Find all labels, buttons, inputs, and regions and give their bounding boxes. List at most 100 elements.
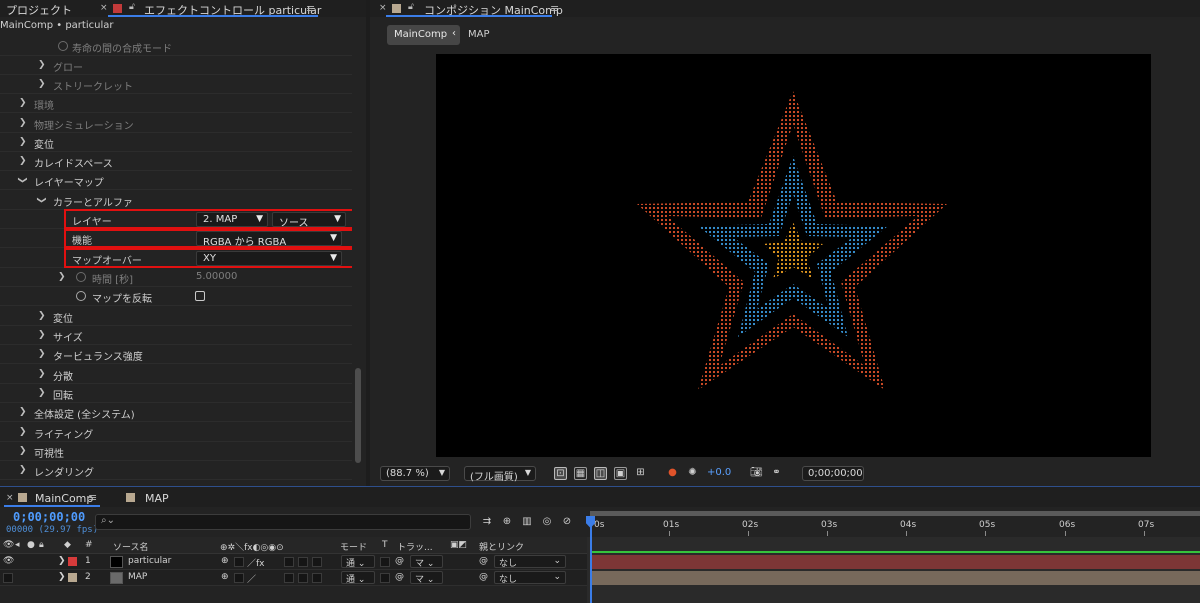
- tab-maincomp[interactable]: MainComp: [35, 492, 93, 505]
- track-matte-select[interactable]: マ ⌄: [410, 571, 443, 585]
- chevron-down-icon[interactable]: ❯: [36, 196, 46, 204]
- property-row[interactable]: ❯ グロー: [0, 56, 352, 75]
- property-row[interactable]: ❯ カラーとアルファ: [0, 191, 352, 210]
- chevron-right-icon[interactable]: ❯: [58, 556, 66, 566]
- pickwhip-icon[interactable]: @: [479, 556, 488, 566]
- property-row-invert-map[interactable]: マップを反転: [0, 287, 352, 306]
- column-source-name[interactable]: ソース名: [113, 540, 149, 553]
- composition-viewer[interactable]: [436, 54, 1151, 457]
- solo-icon[interactable]: ●: [27, 540, 35, 550]
- guides-icon[interactable]: ⊞: [634, 467, 647, 480]
- property-row[interactable]: ❯ サイズ: [0, 326, 352, 345]
- zoom-select[interactable]: (88.7 %) ▼: [380, 466, 450, 481]
- layer-name[interactable]: particular: [128, 556, 171, 566]
- parent-select[interactable]: なし ⌄: [494, 571, 566, 585]
- chevron-right-icon[interactable]: ❯: [19, 465, 27, 475]
- blend-mode-select[interactable]: 通 ⌄: [341, 571, 375, 585]
- camera-snapshot-icon[interactable]: 📷︎: [750, 467, 763, 480]
- layer-search-input[interactable]: ⌕⌄: [95, 514, 471, 530]
- switch-box[interactable]: [312, 557, 322, 567]
- resolution-select[interactable]: (フル画質) ▼: [464, 466, 536, 483]
- switch-box[interactable]: [234, 573, 244, 583]
- chevron-right-icon[interactable]: ❯: [58, 572, 66, 582]
- property-row[interactable]: ❯ ライティング: [0, 423, 352, 442]
- shy-switch-icon[interactable]: ⊕: [221, 556, 229, 566]
- chevron-right-icon[interactable]: ❯: [19, 156, 27, 166]
- time-value[interactable]: 5.00000: [196, 271, 237, 282]
- tab-project[interactable]: プロジェクト: [6, 2, 72, 18]
- chevron-right-icon[interactable]: ❯: [38, 330, 46, 340]
- lock-icon[interactable]: 🔓︎: [408, 2, 414, 12]
- chevron-right-icon[interactable]: ❯: [19, 118, 27, 128]
- property-row[interactable]: ❯ レイヤーマップ: [0, 171, 352, 190]
- chevron-right-icon[interactable]: ❯: [58, 272, 66, 282]
- fast-preview-icon[interactable]: ⊡: [554, 467, 567, 480]
- switch-box[interactable]: [284, 557, 294, 567]
- visibility-toggle[interactable]: [3, 573, 13, 583]
- exposure-value[interactable]: +0.0: [707, 467, 731, 478]
- switch-box[interactable]: [298, 573, 308, 583]
- blend-mode-select[interactable]: 通 ⌄: [341, 555, 375, 569]
- region-of-interest-icon[interactable]: ▣: [614, 467, 627, 480]
- color-management-icon[interactable]: ✺: [686, 467, 699, 480]
- layer-duration-bar-particular[interactable]: [592, 555, 1200, 569]
- column-mode[interactable]: モード: [340, 540, 367, 553]
- layer-row[interactable]: 👁︎ ❯ 1 particular ⊕ ／fx 通 ⌄ @ マ ⌄ @ なし ⌄: [0, 554, 587, 570]
- property-row[interactable]: ❯ 全体設定 (全システム): [0, 403, 352, 422]
- property-row[interactable]: ❯ 変位: [0, 133, 352, 152]
- panel-menu-icon[interactable]: ≡: [550, 2, 559, 15]
- chevron-right-icon[interactable]: ❯: [38, 60, 46, 70]
- layer-label-color-icon[interactable]: [68, 557, 77, 566]
- lock-icon[interactable]: 🔓︎: [129, 2, 135, 12]
- property-row[interactable]: ❯ レンダリング: [0, 461, 352, 480]
- audio-icon[interactable]: ◂: [15, 540, 20, 550]
- quality-switch-icon[interactable]: ／fx: [247, 556, 265, 569]
- close-icon[interactable]: ×: [100, 3, 108, 13]
- show-snapshot-icon[interactable]: ⚭: [770, 467, 783, 480]
- invert-map-checkbox[interactable]: [195, 291, 205, 301]
- property-row-time[interactable]: ❯ 時間 [秒] 5.00000: [0, 268, 352, 287]
- motion-blur-icon[interactable]: ◎: [540, 516, 554, 528]
- property-row[interactable]: ❯ 分散: [0, 365, 352, 384]
- stopwatch-icon[interactable]: [58, 41, 68, 51]
- property-row[interactable]: ❯ ストリークレット: [0, 75, 352, 94]
- current-time-indicator[interactable]: [590, 516, 592, 603]
- graph-editor-icon[interactable]: ⊘: [560, 516, 574, 528]
- stopwatch-icon[interactable]: [76, 272, 86, 282]
- property-row[interactable]: ❯ 回転: [0, 384, 352, 403]
- chevron-right-icon[interactable]: ❯: [38, 349, 46, 359]
- panel-menu-icon[interactable]: ≡: [306, 2, 315, 15]
- lock-icon[interactable]: 🔒︎: [39, 540, 44, 550]
- stopwatch-icon[interactable]: [76, 291, 86, 301]
- track-matte-select[interactable]: マ ⌄: [410, 555, 443, 569]
- chevron-down-icon[interactable]: ❯: [17, 176, 27, 184]
- track-matte-icon[interactable]: @: [395, 572, 404, 582]
- chevron-right-icon[interactable]: ❯: [19, 407, 27, 417]
- close-icon[interactable]: ×: [6, 493, 14, 503]
- scrollbar[interactable]: [355, 368, 361, 463]
- track-area[interactable]: [587, 537, 1200, 603]
- property-row[interactable]: 寿命の間の合成モード: [0, 37, 352, 56]
- layer-label-color-icon[interactable]: [68, 573, 77, 582]
- preserve-transparency-box[interactable]: [380, 573, 390, 583]
- property-row[interactable]: ❯ カレイドスペース: [0, 152, 352, 171]
- switches-icons[interactable]: ⊕✲＼fx◐◎◉⊙: [220, 540, 284, 553]
- chevron-right-icon[interactable]: ❯: [38, 79, 46, 89]
- panel-menu-icon[interactable]: ≡: [88, 491, 97, 504]
- switch-box[interactable]: [284, 573, 294, 583]
- chevron-right-icon[interactable]: ❯: [19, 137, 27, 147]
- pickwhip-icon[interactable]: @: [479, 572, 488, 582]
- chevron-right-icon[interactable]: ❯: [38, 369, 46, 379]
- shy-layers-icon[interactable]: ⊕: [500, 516, 514, 528]
- column-track-matte[interactable]: トラッ...: [397, 540, 433, 553]
- composition-mini-flowchart-icon[interactable]: ⇉: [480, 516, 494, 528]
- visibility-eye-icon[interactable]: 👁︎: [3, 556, 14, 566]
- tab-map[interactable]: MAP: [145, 492, 169, 505]
- property-row[interactable]: ❯ 変位: [0, 307, 352, 326]
- color-channel-icon[interactable]: ●: [666, 467, 679, 480]
- shy-switch-icon[interactable]: ⊕: [221, 572, 229, 582]
- quality-switch-icon[interactable]: ／: [247, 572, 256, 585]
- track-matte-icon[interactable]: @: [395, 556, 404, 566]
- chevron-right-icon[interactable]: ❯: [19, 427, 27, 437]
- layer-duration-bar-map[interactable]: [592, 571, 1200, 585]
